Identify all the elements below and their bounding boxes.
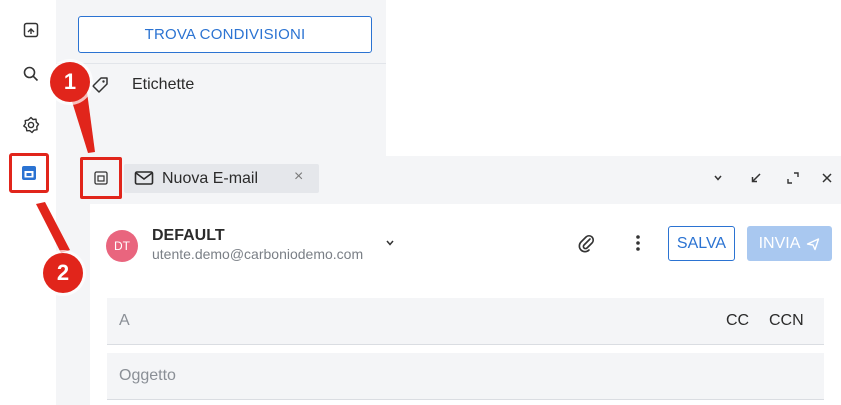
- callout-arrows: [36, 92, 95, 253]
- callout-badge-2: 2: [43, 253, 83, 293]
- callout-badge-1: 1: [50, 62, 90, 102]
